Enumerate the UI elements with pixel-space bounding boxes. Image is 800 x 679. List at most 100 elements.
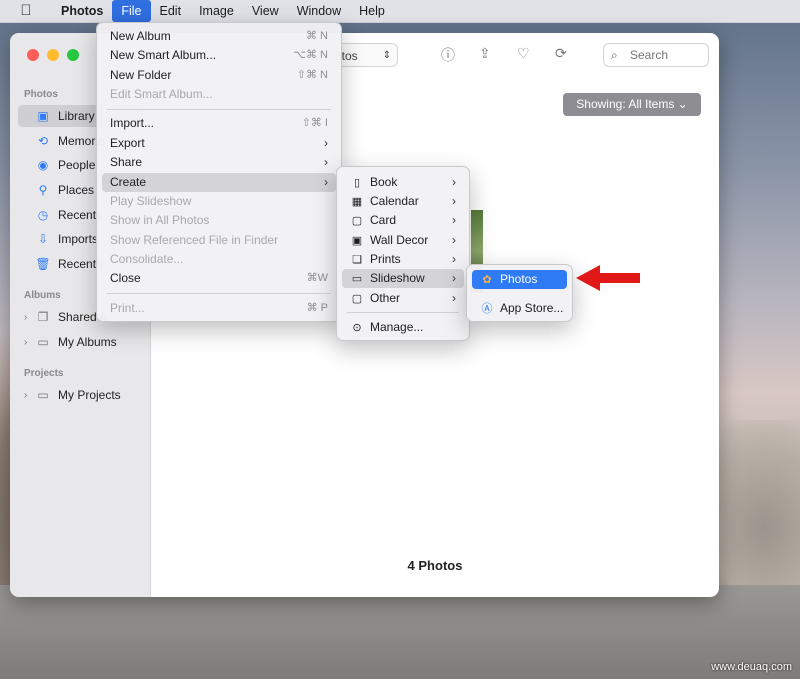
slideshow-icon: ▭ xyxy=(351,273,363,285)
search-field[interactable]: ⌕ xyxy=(603,43,710,67)
menu-item-other[interactable]: ▢ Other › xyxy=(342,289,464,308)
menu-item-edit-smart-album: Edit Smart Album... xyxy=(110,87,213,101)
menu-item-close[interactable]: Close ⌘W xyxy=(102,269,336,288)
other-icon: ▢ xyxy=(351,293,363,305)
chevron-right-icon: › xyxy=(452,175,456,189)
info-icon[interactable]: ⓘ xyxy=(441,45,455,65)
menu-item-import[interactable]: Import... ⇧⌘ I xyxy=(102,114,336,133)
sidebar-item-label: My Albums xyxy=(58,335,117,349)
app-store-icon: Ⓐ xyxy=(481,303,493,315)
menu-item-print: Print... ⌘ P xyxy=(102,299,336,318)
chevron-right-icon: › xyxy=(324,175,328,189)
menu-view[interactable]: View xyxy=(243,0,288,22)
heart-icon[interactable]: ♡ xyxy=(517,45,530,62)
menu-edit[interactable]: Edit xyxy=(151,0,191,22)
zoom-window-button[interactable] xyxy=(67,49,79,61)
prints-icon: ❏ xyxy=(352,254,362,266)
folder-icon: ▭ xyxy=(37,335,49,349)
recents-icon: ◷ xyxy=(37,208,49,222)
search-icon: ⌕ xyxy=(611,48,618,62)
chevron-right-icon: › xyxy=(452,271,456,285)
menu-item-app-store[interactable]: Ⓐ App Store... xyxy=(472,299,567,318)
showing-filter-button[interactable]: Showing: All Items ⌄ xyxy=(563,93,701,116)
create-submenu: ▯ Book › ▦ Calendar › ▢ Card › ▣ Wall Decor › ❏ P… xyxy=(336,166,470,341)
photos-app-icon: ✿ xyxy=(482,274,492,286)
rotate-icon[interactable]: ⟳ xyxy=(555,45,567,62)
close-window-button[interactable] xyxy=(27,49,39,61)
menu-window[interactable]: Window xyxy=(288,0,350,22)
menu-item-consolidate: Consolidate... xyxy=(110,252,184,266)
menu-item-share[interactable]: Share › xyxy=(102,153,336,172)
minimize-window-button[interactable] xyxy=(47,49,59,61)
folder-icon: ▭ xyxy=(37,388,49,402)
people-icon: ◉ xyxy=(37,158,49,172)
disclosure-icon[interactable]: › xyxy=(24,337,27,348)
menu-item-manage[interactable]: ⊙ Manage... xyxy=(342,318,464,337)
slideshow-submenu: ✿ Photos Ⓐ App Store... xyxy=(466,264,573,322)
chevron-right-icon: › xyxy=(452,194,456,208)
menu-photos[interactable]: Photos xyxy=(52,0,112,22)
menu-separator xyxy=(107,293,331,294)
apple-logo-icon[interactable]:  xyxy=(0,0,52,22)
photo-count: 4 Photos xyxy=(407,558,463,573)
sidebar-item-label: Places xyxy=(58,183,95,197)
menu-item-show-referenced-file: Show Referenced File in Finder xyxy=(110,233,279,247)
menu-item-book[interactable]: ▯ Book › xyxy=(342,173,464,192)
shared-albums-icon: ❐ xyxy=(37,310,49,324)
menu-item-create[interactable]: Create › xyxy=(102,173,336,192)
watermark: www.deuaq.com xyxy=(711,661,792,673)
sidebar-item-my-projects[interactable]: › ▭ My Projects xyxy=(18,384,143,406)
sidebar-item-my-albums[interactable]: › ▭ My Albums xyxy=(18,331,143,353)
menu-bar:  Photos File Edit Image View Window Hel… xyxy=(0,0,800,23)
showing-filter-label: Showing: All Items xyxy=(576,97,675,111)
sidebar-section-photos: Photos xyxy=(24,89,58,100)
shortcut-label: ⌥⌘ N xyxy=(293,49,328,61)
book-icon: ▯ xyxy=(353,177,361,189)
menu-help[interactable]: Help xyxy=(350,0,394,22)
chevron-right-icon: › xyxy=(324,155,328,169)
card-icon: ▢ xyxy=(351,215,363,227)
shortcut-label: ⌘ N xyxy=(306,30,328,42)
share-icon[interactable]: ⇪ xyxy=(479,45,491,62)
chevron-right-icon: › xyxy=(452,252,456,266)
sidebar-item-label: People xyxy=(58,158,96,172)
menu-item-new-smart-album[interactable]: New Smart Album... ⌥⌘ N xyxy=(102,46,336,65)
menu-item-prints[interactable]: ❏ Prints › xyxy=(342,250,464,269)
places-icon: ⚲ xyxy=(38,183,48,197)
sidebar-item-label: My Projects xyxy=(58,388,121,402)
menu-image[interactable]: Image xyxy=(190,0,243,22)
updown-chevron-icon: ⇕ xyxy=(382,50,391,61)
chevron-right-icon: › xyxy=(324,136,328,150)
calendar-icon: ▦ xyxy=(351,196,363,208)
shortcut-label: ⇧⌘ N xyxy=(296,69,328,81)
wall-decor-icon: ▣ xyxy=(351,235,363,247)
menu-item-photos-app[interactable]: ✿ Photos xyxy=(472,270,567,289)
chevron-right-icon: › xyxy=(452,233,456,247)
menu-item-new-album[interactable]: New Album ⌘ N xyxy=(102,27,336,46)
shortcut-label: ⌘W xyxy=(306,272,328,284)
menu-item-new-folder[interactable]: New Folder ⇧⌘ N xyxy=(102,66,336,85)
menu-file[interactable]: File xyxy=(112,0,151,22)
menu-item-slideshow[interactable]: ▭ Slideshow › xyxy=(342,269,464,288)
menu-separator xyxy=(347,312,459,313)
memories-icon: ⟲ xyxy=(37,134,49,148)
menu-item-play-slideshow: Play Slideshow xyxy=(110,194,192,208)
search-input[interactable] xyxy=(628,47,710,63)
menu-item-calendar[interactable]: ▦ Calendar › xyxy=(342,192,464,211)
shortcut-label: ⇧⌘ I xyxy=(301,117,328,129)
menu-item-export[interactable]: Export › xyxy=(102,134,336,153)
annotation-arrow-icon xyxy=(576,265,640,291)
menu-item-show-in-all-photos: Show in All Photos xyxy=(110,213,210,227)
file-menu: New Album ⌘ N New Smart Album... ⌥⌘ N New … xyxy=(96,22,342,322)
library-icon: ▣ xyxy=(37,109,49,123)
shortcut-label: ⌘ P xyxy=(306,302,328,314)
disclosure-icon[interactable]: › xyxy=(24,390,27,401)
window-controls xyxy=(27,49,79,61)
sidebar-item-label: Library xyxy=(58,109,95,123)
menu-item-wall-decor[interactable]: ▣ Wall Decor › xyxy=(342,231,464,250)
background-ground xyxy=(0,585,800,679)
disclosure-icon[interactable]: › xyxy=(24,312,27,323)
menu-separator xyxy=(107,109,331,110)
menu-item-card[interactable]: ▢ Card › xyxy=(342,211,464,230)
more-icon: ⊙ xyxy=(352,322,362,334)
